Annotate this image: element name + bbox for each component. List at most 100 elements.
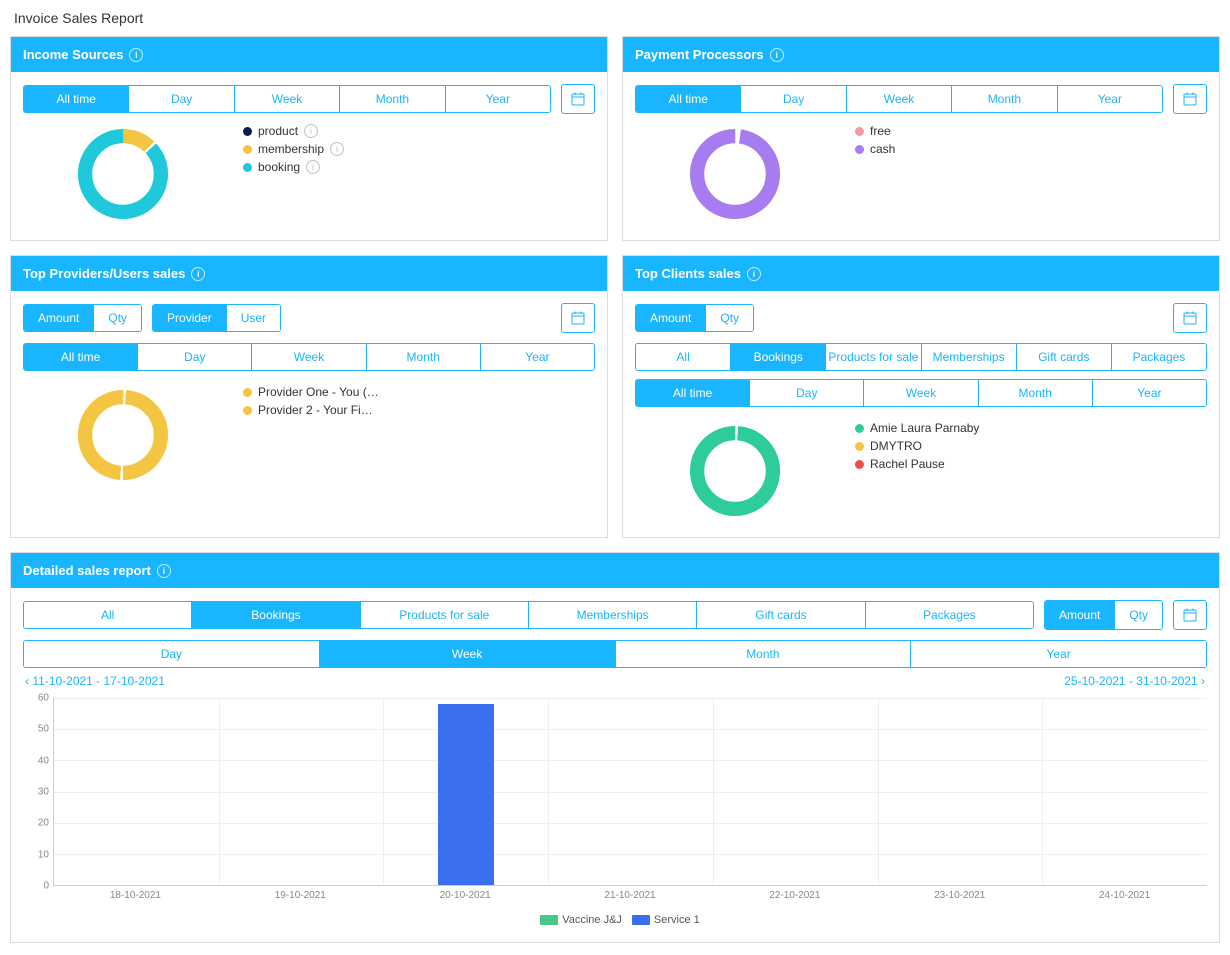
- tab-packages[interactable]: Packages: [866, 602, 1033, 628]
- info-icon[interactable]: i: [770, 48, 784, 62]
- legend-label: Provider 2 - Your Fi…: [258, 403, 373, 417]
- x-tick: 24-10-2021: [1099, 890, 1150, 901]
- legend-dot: [243, 388, 252, 397]
- legend-item: Rachel Pause: [855, 457, 1015, 471]
- tab-year[interactable]: Year: [481, 344, 594, 370]
- time-range-tabs[interactable]: DayWeekMonthYear: [23, 640, 1207, 668]
- tab-day[interactable]: Day: [24, 641, 320, 667]
- info-icon[interactable]: i: [304, 124, 318, 138]
- category-tabs[interactable]: AllBookingsProducts for saleMembershipsG…: [635, 343, 1207, 371]
- tab-all[interactable]: All: [24, 602, 192, 628]
- tab-bookings[interactable]: Bookings: [731, 344, 826, 370]
- tab-week[interactable]: Week: [864, 380, 978, 406]
- tab-amount[interactable]: Amount: [636, 305, 706, 331]
- legend-dot: [855, 460, 864, 469]
- tab-year[interactable]: Year: [1093, 380, 1206, 406]
- tab-all[interactable]: All: [636, 344, 731, 370]
- y-tick: 20: [38, 818, 49, 829]
- tab-month[interactable]: Month: [367, 344, 481, 370]
- tab-qty[interactable]: Qty: [706, 305, 753, 331]
- panel-top-providers: Top Providers/Users sales i AmountQty Pr…: [10, 255, 608, 538]
- legend-dot: [243, 163, 252, 172]
- tab-products-for-sale[interactable]: Products for sale: [361, 602, 529, 628]
- tab-amount[interactable]: Amount: [1045, 601, 1115, 629]
- legend-label: Provider One - You (…: [258, 385, 379, 399]
- legend-dot: [243, 127, 252, 136]
- chart-legend: productimembershipibookingi: [243, 124, 595, 174]
- legend-dot: [855, 127, 864, 136]
- calendar-button[interactable]: [1173, 600, 1207, 630]
- y-tick: 40: [38, 755, 49, 766]
- tab-products-for-sale[interactable]: Products for sale: [826, 344, 921, 370]
- tab-year[interactable]: Year: [446, 86, 550, 112]
- calendar-icon: [571, 311, 585, 325]
- time-range-tabs[interactable]: All timeDayWeekMonthYear: [23, 85, 551, 113]
- tab-day[interactable]: Day: [741, 86, 846, 112]
- tab-year[interactable]: Year: [1058, 86, 1162, 112]
- tab-week[interactable]: Week: [847, 86, 952, 112]
- category-tabs[interactable]: AllBookingsProducts for saleMembershipsG…: [23, 601, 1034, 629]
- tab-day[interactable]: Day: [138, 344, 252, 370]
- tab-packages[interactable]: Packages: [1112, 344, 1206, 370]
- role-tabs[interactable]: ProviderUser: [152, 304, 281, 332]
- info-icon[interactable]: i: [157, 564, 171, 578]
- calendar-icon: [1183, 608, 1197, 622]
- tab-gift-cards[interactable]: Gift cards: [697, 602, 865, 628]
- tab-month[interactable]: Month: [952, 86, 1057, 112]
- tab-gift-cards[interactable]: Gift cards: [1017, 344, 1112, 370]
- tab-amount[interactable]: Amount: [24, 305, 94, 331]
- info-icon[interactable]: i: [330, 142, 344, 156]
- metric-tabs[interactable]: AmountQty: [23, 304, 142, 332]
- info-icon[interactable]: i: [747, 267, 761, 281]
- tab-day[interactable]: Day: [129, 86, 234, 112]
- bar-chart: 0102030405060 18-10-202119-10-202120-10-…: [23, 698, 1207, 908]
- calendar-button[interactable]: [561, 303, 595, 333]
- metric-tabs[interactable]: AmountQty: [1044, 600, 1163, 630]
- tab-bookings[interactable]: Bookings: [192, 602, 360, 628]
- tab-month[interactable]: Month: [616, 641, 912, 667]
- info-icon[interactable]: i: [129, 48, 143, 62]
- tab-all-time[interactable]: All time: [636, 86, 741, 112]
- tab-week[interactable]: Week: [252, 344, 366, 370]
- legend-item: cash: [855, 142, 1015, 156]
- info-icon[interactable]: i: [191, 267, 205, 281]
- prev-range-link[interactable]: ‹ 11-10-2021 - 17-10-2021: [25, 674, 165, 688]
- tab-day[interactable]: Day: [750, 380, 864, 406]
- donut-chart: [23, 385, 223, 485]
- tab-all-time[interactable]: All time: [24, 86, 129, 112]
- metric-tabs[interactable]: AmountQty: [635, 304, 754, 332]
- tab-month[interactable]: Month: [979, 380, 1093, 406]
- panel-payment-processors: Payment Processors i All timeDayWeekMont…: [622, 36, 1220, 241]
- tab-week[interactable]: Week: [320, 641, 616, 667]
- tab-memberships[interactable]: Memberships: [922, 344, 1017, 370]
- tab-week[interactable]: Week: [235, 86, 340, 112]
- next-range-link[interactable]: 25-10-2021 - 31-10-2021 ›: [1064, 674, 1205, 688]
- calendar-button[interactable]: [1173, 84, 1207, 114]
- calendar-icon: [1183, 311, 1197, 325]
- calendar-icon: [571, 92, 585, 106]
- info-icon[interactable]: i: [306, 160, 320, 174]
- time-range-tabs[interactable]: All timeDayWeekMonthYear: [635, 379, 1207, 407]
- x-tick: 18-10-2021: [110, 890, 161, 901]
- legend-item: Provider 2 - Your Fi…: [243, 403, 403, 417]
- tab-memberships[interactable]: Memberships: [529, 602, 697, 628]
- legend-item: DMYTRO: [855, 439, 1015, 453]
- tab-month[interactable]: Month: [340, 86, 445, 112]
- chart-legend: Amie Laura Parnaby DMYTRO Rachel Pause: [855, 421, 1207, 471]
- series-legend: Vaccine J&JService 1: [23, 908, 1207, 926]
- tab-qty[interactable]: Qty: [1115, 601, 1162, 629]
- time-range-tabs[interactable]: All timeDayWeekMonthYear: [23, 343, 595, 371]
- tab-all-time[interactable]: All time: [24, 344, 138, 370]
- calendar-button[interactable]: [1173, 303, 1207, 333]
- legend-label: cash: [870, 142, 895, 156]
- legend-label: DMYTRO: [870, 439, 922, 453]
- calendar-button[interactable]: [561, 84, 595, 114]
- time-range-tabs[interactable]: All timeDayWeekMonthYear: [635, 85, 1163, 113]
- tab-all-time[interactable]: All time: [636, 380, 750, 406]
- legend-label: Amie Laura Parnaby: [870, 421, 979, 435]
- tab-provider[interactable]: Provider: [153, 305, 227, 331]
- panel-title: Top Providers/Users sales: [23, 266, 185, 281]
- tab-year[interactable]: Year: [911, 641, 1206, 667]
- tab-user[interactable]: User: [227, 305, 280, 331]
- tab-qty[interactable]: Qty: [94, 305, 141, 331]
